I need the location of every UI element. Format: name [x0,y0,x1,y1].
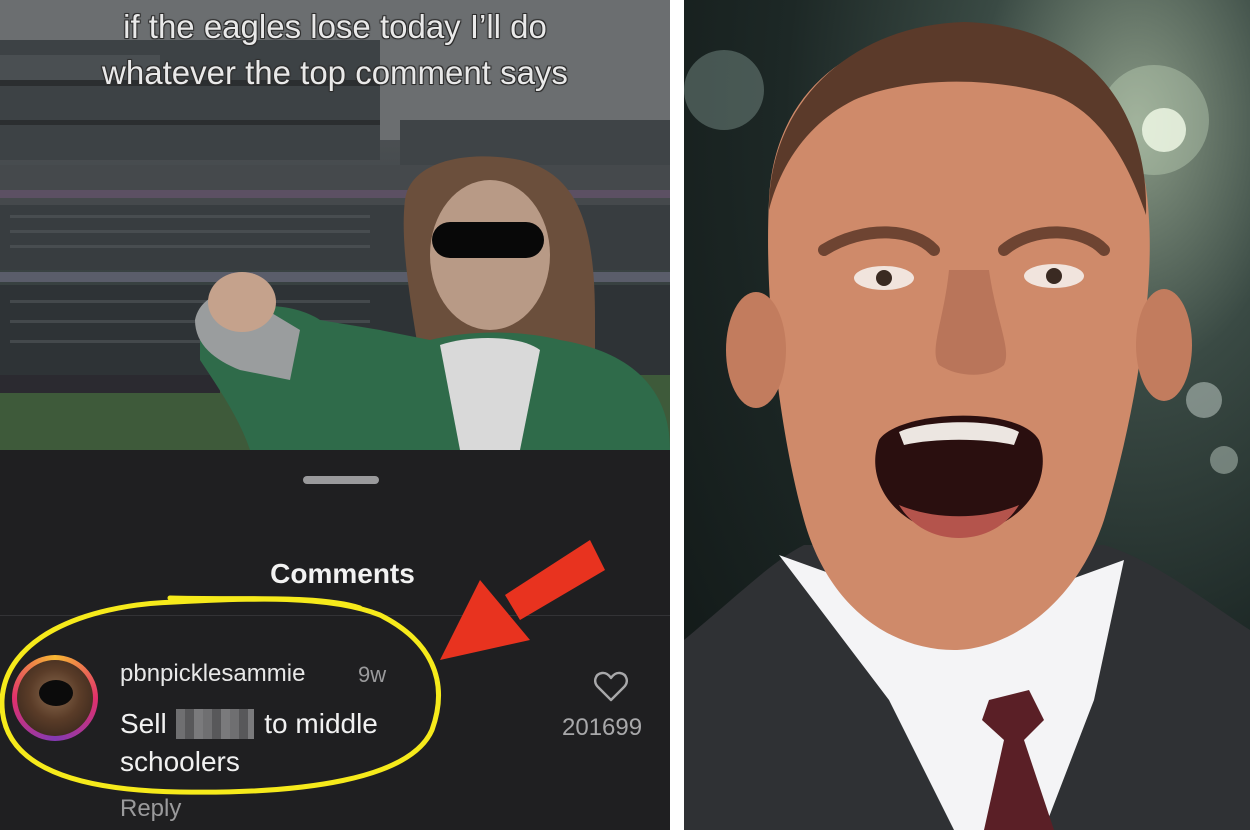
sheet-drag-handle[interactable] [303,476,379,484]
post-caption: if the eagles lose today I’ll do whateve… [102,8,568,91]
comment-text-start: Sell [120,708,167,739]
reaction-photo [684,0,1250,830]
comments-title: Comments [270,558,415,589]
shocked-man-illustration [684,22,1250,830]
post-video-frame: if the eagles lose today I’ll do whateve… [0,0,670,450]
divider [0,615,670,616]
social-post-screenshot: if the eagles lose today I’ll do whateve… [0,0,670,830]
comment-text: Sell to middle schoolers [120,705,450,781]
reply-button[interactable]: Reply [120,795,181,823]
censored-word [176,709,255,739]
like-count: 201699 [562,714,643,741]
avatar-redaction [39,680,73,706]
avatar-image [17,660,93,736]
image-divider [670,0,684,830]
heart-outline-icon[interactable] [594,671,628,703]
comment-timestamp: 9w [358,662,387,687]
comments-sheet: Comments pbnpicklesammie 9w Sell to midd… [0,450,670,830]
comment-username[interactable]: pbnpicklesammie [120,660,305,688]
commenter-avatar[interactable] [12,655,98,741]
